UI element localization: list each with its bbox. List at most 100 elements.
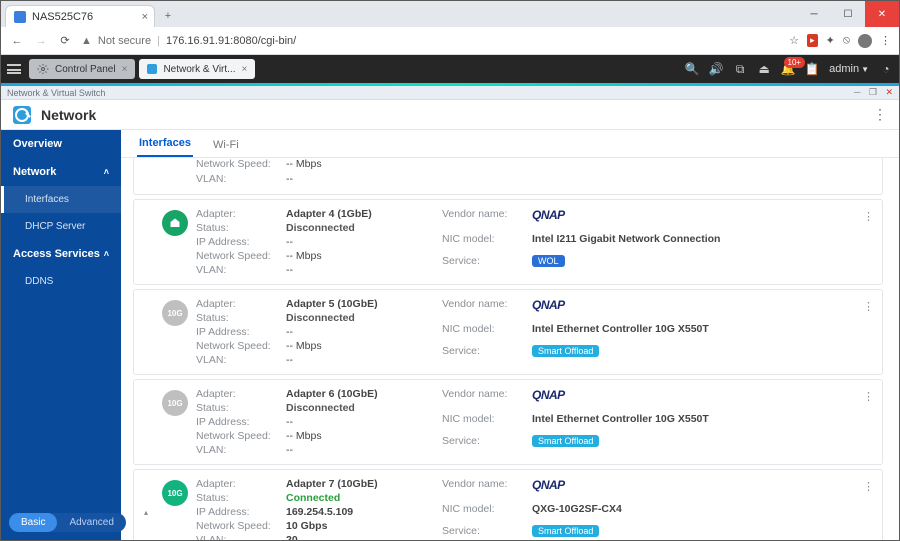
search-icon[interactable]: 🔍 bbox=[685, 62, 699, 76]
volume-icon[interactable]: 🔊 bbox=[709, 62, 723, 76]
toggle-basic[interactable]: Basic bbox=[9, 513, 57, 532]
label-adapter: Adapter: bbox=[196, 478, 286, 490]
adapter-more-icon[interactable]: ⋮ bbox=[863, 390, 874, 403]
value-ip: -- bbox=[286, 416, 426, 428]
profile-icon[interactable] bbox=[858, 34, 872, 48]
app-body: Network ⋮ Overview Network˄ Interfaces D… bbox=[1, 100, 899, 540]
dashboard-icon[interactable]: ◔ bbox=[879, 62, 893, 76]
value-ip: -- bbox=[286, 236, 426, 248]
puzzle-icon[interactable]: ✦ bbox=[826, 34, 835, 47]
close-tab-x[interactable]: × bbox=[242, 64, 248, 75]
label-vlan: VLAN: bbox=[196, 264, 286, 276]
label-service: Service: bbox=[442, 435, 532, 456]
sidebar-network[interactable]: Network˄ bbox=[1, 158, 121, 186]
service-badge: Smart Offload bbox=[532, 525, 599, 537]
adapter-panel-partial: Network Speed:-- Mbps VLAN:-- bbox=[133, 158, 883, 195]
vendor-logo: QNAP bbox=[532, 478, 622, 501]
app-logo-icon bbox=[13, 106, 31, 124]
gear-icon bbox=[37, 63, 49, 75]
label-vendor: Vendor name: bbox=[442, 298, 532, 321]
adapter-more-icon[interactable]: ⋮ bbox=[863, 480, 874, 493]
app-min-button[interactable]: ─ bbox=[854, 87, 860, 97]
maximize-button[interactable]: ☐ bbox=[831, 1, 865, 27]
reload-button[interactable]: ⟳ bbox=[57, 34, 73, 47]
value-nic: Intel Ethernet Controller 10G X550T bbox=[532, 323, 709, 344]
value-ip: -- bbox=[286, 326, 426, 338]
value-status: Disconnected bbox=[286, 222, 426, 234]
qnap-toolbar: Control Panel × Network & Virt... × 🔍 🔊 … bbox=[1, 55, 899, 83]
notif-count: 10+ bbox=[784, 57, 806, 68]
label-vlan: VLAN: bbox=[196, 444, 286, 456]
app-header: Network ⋮ bbox=[1, 100, 899, 130]
close-window-button[interactable]: ✕ bbox=[865, 1, 899, 27]
forward-button[interactable]: → bbox=[33, 35, 49, 47]
usb-icon[interactable]: ⏏ bbox=[757, 62, 771, 76]
label-adapter: Adapter: bbox=[196, 388, 286, 400]
sidebar-dhcp-server[interactable]: DHCP Server bbox=[1, 213, 121, 240]
browser-address-bar: ← → ⟳ ▲ Not secure | 176.16.91.91:8080/c… bbox=[1, 27, 899, 55]
tab-wifi[interactable]: Wi-Fi bbox=[211, 133, 241, 157]
value-vlan: -- bbox=[286, 354, 426, 366]
qnap-tab-control-panel[interactable]: Control Panel × bbox=[29, 59, 135, 79]
browser-tab[interactable]: NAS525C76 × bbox=[5, 5, 155, 27]
blocked-icon[interactable]: ⦸ bbox=[843, 34, 850, 47]
adapter-panel: ⋮ 10G Adapter:Adapter 6 (10GbE) Status:D… bbox=[133, 379, 883, 465]
chevron-up-icon: ˄ bbox=[104, 167, 109, 177]
app-max-button[interactable]: ❐ bbox=[869, 87, 877, 97]
label-adapter: Adapter: bbox=[196, 208, 286, 220]
notifications-icon[interactable]: 🔔10+ bbox=[781, 62, 795, 76]
qnap-tab-network[interactable]: Network & Virt... × bbox=[139, 59, 255, 79]
label-ip: IP Address: bbox=[196, 506, 286, 518]
vendor-logo: QNAP bbox=[532, 388, 709, 411]
value-ip: 169.254.5.109 bbox=[286, 506, 426, 518]
not-secure-icon: ▲ bbox=[81, 35, 92, 47]
label-nic: NIC model: bbox=[442, 233, 532, 254]
service-badge: Smart Offload bbox=[532, 435, 599, 447]
label-speed: Network Speed: bbox=[196, 158, 286, 171]
adapter-icon: 10G bbox=[162, 390, 188, 416]
label-vlan: VLAN: bbox=[196, 354, 286, 366]
toggle-advanced[interactable]: Advanced bbox=[57, 513, 125, 532]
label-ip: IP Address: bbox=[196, 326, 286, 338]
pdf-icon[interactable]: ▸ bbox=[807, 34, 818, 47]
tab-interfaces[interactable]: Interfaces bbox=[137, 131, 193, 157]
app-window-titlebar: Network & Virtual Switch ─ ❐ ✕ bbox=[1, 86, 899, 100]
hamburger-icon[interactable] bbox=[7, 64, 21, 74]
label-status: Status: bbox=[196, 222, 286, 234]
adapter-more-icon[interactable]: ⋮ bbox=[863, 210, 874, 223]
sidebar-overview[interactable]: Overview bbox=[1, 130, 121, 158]
value-status: Disconnected bbox=[286, 312, 426, 324]
star-icon[interactable]: ☆ bbox=[789, 34, 799, 47]
user-menu[interactable]: admin▼ bbox=[829, 63, 869, 75]
back-button[interactable]: ← bbox=[9, 35, 25, 47]
app-header-more-icon[interactable]: ⋮ bbox=[873, 106, 887, 123]
label-status: Status: bbox=[196, 402, 286, 414]
sidebar-ddns[interactable]: DDNS bbox=[1, 268, 121, 295]
minimize-button[interactable]: ─ bbox=[797, 1, 831, 27]
chrome-menu-icon[interactable]: ⋮ bbox=[880, 34, 891, 47]
chevron-up-icon: ˄ bbox=[104, 249, 109, 259]
content-tabs: Interfaces Wi-Fi bbox=[121, 130, 899, 158]
url-text: 176.16.91.91:8080/cgi-bin/ bbox=[166, 35, 296, 47]
close-tab-icon[interactable]: × bbox=[142, 11, 148, 23]
sidebar-access-services[interactable]: Access Services˄ bbox=[1, 240, 121, 268]
interfaces-scroll[interactable]: Network Speed:-- Mbps VLAN:-- ⋮ Adapter:… bbox=[121, 158, 899, 540]
sidebar-mode-toggle[interactable]: Basic Advanced bbox=[9, 513, 126, 532]
label-nic: NIC model: bbox=[442, 503, 532, 524]
adapter-more-icon[interactable]: ⋮ bbox=[863, 300, 874, 313]
expand-caret-icon[interactable]: ▴ bbox=[144, 508, 152, 517]
devices-icon[interactable]: ⧉ bbox=[733, 62, 747, 76]
label-status: Status: bbox=[196, 492, 286, 504]
new-tab-button[interactable]: + bbox=[157, 5, 179, 27]
address-field[interactable]: ▲ Not secure | 176.16.91.91:8080/cgi-bin… bbox=[81, 35, 781, 47]
value-adapter-name: Adapter 4 (1GbE) bbox=[286, 208, 426, 220]
sidebar-interfaces[interactable]: Interfaces bbox=[1, 186, 121, 213]
clipboard-icon[interactable]: 📋 bbox=[805, 62, 819, 76]
label-nic: NIC model: bbox=[442, 413, 532, 434]
adapter-panel: ⋮ 10G Adapter:Adapter 5 (10GbE) Status:D… bbox=[133, 289, 883, 375]
label-service: Service: bbox=[442, 525, 532, 540]
value-speed: -- Mbps bbox=[286, 340, 426, 352]
label-vendor: Vendor name: bbox=[442, 478, 532, 501]
app-close-button[interactable]: ✕ bbox=[885, 87, 893, 97]
close-tab-x[interactable]: × bbox=[122, 64, 128, 75]
